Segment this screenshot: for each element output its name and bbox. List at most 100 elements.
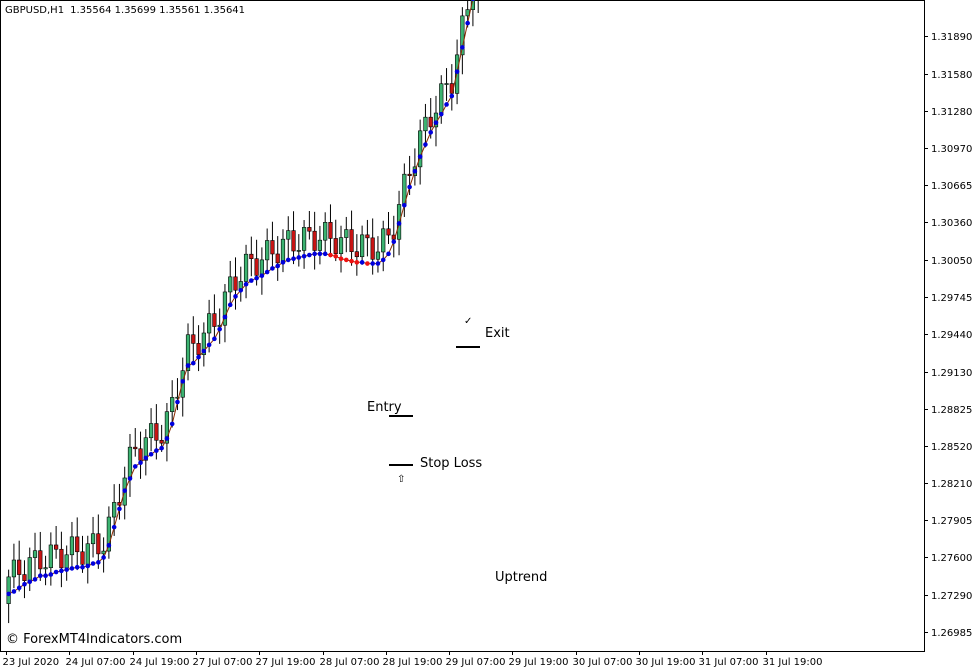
trend-dot: [11, 589, 17, 594]
trend-dot: [354, 260, 360, 265]
trend-dot: [433, 120, 439, 125]
trend-dot: [148, 451, 154, 457]
trend-dot: [16, 585, 22, 591]
trend-dot: [201, 348, 207, 354]
exit-label: Exit: [485, 326, 510, 341]
trend-dot: [291, 256, 296, 261]
trend-dot: [349, 258, 354, 264]
trend-dot: [27, 579, 33, 585]
y-tick-label: 1.27600: [931, 553, 972, 564]
trend-dot: [143, 455, 149, 461]
trend-dot: [333, 253, 339, 259]
trend-dot: [402, 202, 407, 208]
trend-dot: [249, 278, 254, 283]
trend-dot: [307, 252, 312, 258]
trend-dot: [396, 221, 402, 226]
watermark: © ForexMT4Indicators.com: [6, 632, 182, 647]
symbol-header: GBPUSD,H1 1.35564 1.35699 1.35561 1.35641: [5, 5, 245, 16]
trend-dot: [238, 287, 244, 293]
trend-dot: [460, 45, 465, 50]
y-tick-label: 1.31890: [931, 32, 972, 43]
trend-dot: [212, 336, 217, 342]
trend-dot: [96, 560, 101, 565]
trend-dot: [164, 436, 170, 441]
trend-dot: [122, 488, 128, 493]
trend-dot: [85, 563, 91, 569]
trend-dot: [80, 564, 85, 570]
trend-dot: [438, 111, 444, 117]
x-tick-label: 31 Jul 07:00: [699, 657, 759, 668]
y-tick-label: 1.26985: [931, 628, 972, 639]
y-tick-label: 1.30050: [931, 256, 972, 267]
y-tick-label: 1.28520: [931, 442, 972, 453]
x-tick-label: 24 Jul 07:00: [66, 657, 126, 668]
trend-dot: [338, 256, 344, 261]
trend-dot: [343, 257, 349, 263]
x-tick-label: 31 Jul 19:00: [763, 657, 823, 668]
trend-dot: [154, 448, 159, 453]
y-tick-label: 1.29130: [931, 368, 972, 379]
trend-dot: [317, 251, 323, 257]
trend-dot: [328, 252, 333, 258]
trend-dot: [22, 581, 27, 587]
x-tick-label: 28 Jul 07:00: [320, 657, 380, 668]
trend-dot: [132, 464, 138, 469]
trend-dot: [185, 363, 191, 368]
trend-dot: [48, 572, 54, 577]
trend-dot: [59, 568, 64, 574]
trend-dot: [159, 445, 164, 451]
x-tick-label: 30 Jul 07:00: [573, 657, 633, 668]
y-tick-label: 1.30970: [931, 144, 972, 155]
trend-dot: [449, 93, 455, 99]
trend-dot: [6, 591, 11, 597]
price-chart[interactable]: GBPUSD,H1 1.35564 1.35699 1.35561 1.35641…: [0, 0, 977, 672]
trend-dot: [407, 184, 412, 190]
trend-dot: [359, 260, 365, 265]
x-tick-label: 29 Jul 07:00: [446, 657, 506, 668]
trend-dot: [227, 302, 233, 308]
trend-dot: [375, 261, 381, 266]
y-tick-label: 1.31280: [931, 107, 972, 118]
trend-dot: [417, 154, 423, 159]
trend-dot: [64, 567, 69, 572]
trend-dot: [312, 251, 317, 257]
trend-dot: [428, 130, 434, 135]
trend-dot: [386, 251, 391, 257]
arrow-up-icon: ⇧: [397, 474, 405, 485]
y-tick-label: 1.29745: [931, 293, 972, 304]
y-tick-label: 1.28825: [931, 405, 972, 416]
trend-dot: [454, 69, 460, 74]
trend-dot: [296, 255, 302, 260]
trend-dot: [285, 257, 291, 263]
trend-dot: [222, 314, 228, 320]
trend-dot: [365, 261, 370, 266]
trend-dot: [243, 281, 249, 287]
trend-dot: [111, 524, 117, 530]
trend-dot: [180, 379, 186, 384]
entry-label: Entry: [367, 400, 402, 415]
trend-dot: [370, 261, 375, 266]
trend-dot: [217, 326, 222, 332]
trend-dot: [69, 566, 75, 571]
trend-dot: [53, 569, 59, 575]
x-tick-label: 27 Jul 19:00: [256, 657, 316, 668]
trend-dot: [301, 253, 307, 259]
trend-dot: [280, 260, 286, 265]
y-tick-label: 1.30665: [931, 181, 972, 192]
trend-dot: [32, 577, 38, 582]
trend-dot: [175, 399, 180, 405]
x-tick-label: 30 Jul 19:00: [636, 657, 696, 668]
trend-dot: [37, 573, 43, 578]
x-tick-label: 27 Jul 07:00: [193, 657, 253, 668]
trend-dot: [444, 102, 449, 107]
stop-loss-label: Stop Loss: [420, 456, 482, 471]
trend-dot: [264, 269, 270, 275]
y-tick-label: 1.31580: [931, 70, 972, 81]
y-tick-label: 1.29440: [931, 330, 972, 341]
trend-dot: [233, 294, 238, 299]
trend-dot: [117, 506, 122, 512]
y-tick-label: 1.30360: [931, 218, 972, 229]
trend-dot: [270, 266, 275, 271]
trend-dot: [106, 543, 112, 548]
trend-dot: [206, 342, 212, 348]
